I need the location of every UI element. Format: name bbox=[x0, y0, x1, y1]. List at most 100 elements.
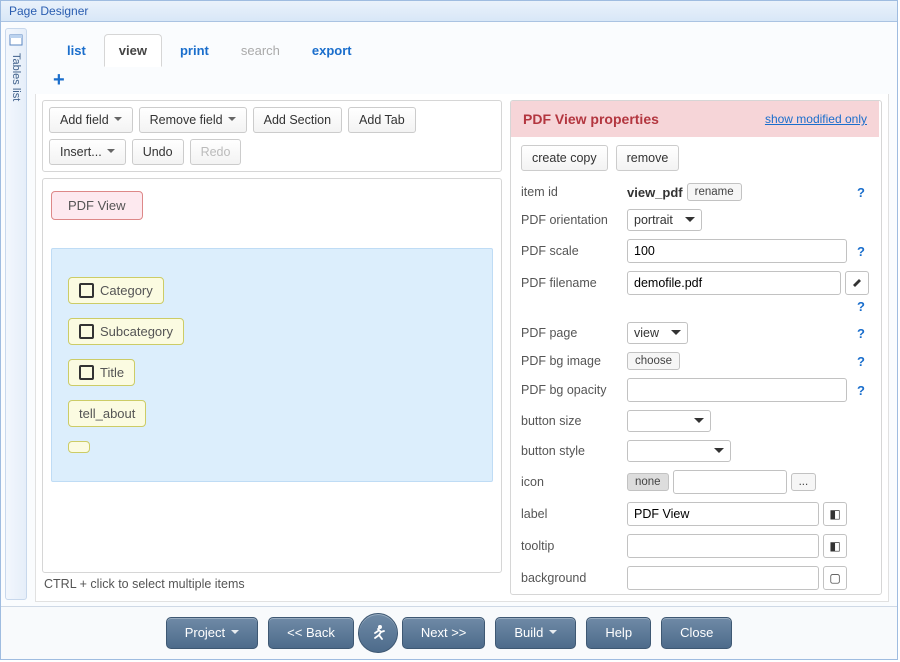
close-button[interactable]: Close bbox=[661, 617, 732, 649]
row-bg-opacity: PDF bg opacity ? bbox=[511, 374, 879, 406]
multiselect-hint: CTRL + click to select multiple items bbox=[42, 573, 502, 595]
icon-more-button[interactable]: ... bbox=[791, 473, 817, 491]
scale-input[interactable] bbox=[627, 239, 847, 263]
wizard-footer: Project << Back Next >> Build Help Close bbox=[1, 606, 897, 659]
run-button[interactable] bbox=[358, 613, 398, 653]
help-icon[interactable]: ? bbox=[853, 185, 869, 200]
row-icon: icon none ... bbox=[511, 466, 879, 498]
window-body: Tables list list view print search expor… bbox=[1, 22, 897, 606]
page-tabs: list view print search export bbox=[35, 26, 889, 67]
orientation-select[interactable]: portrait bbox=[627, 209, 702, 231]
insert-button[interactable]: Insert... bbox=[49, 139, 126, 165]
row-item-id: item id view_pdf rename ? bbox=[511, 179, 879, 205]
row-background: background ▢ bbox=[511, 562, 879, 594]
window-titlebar: Page Designer bbox=[1, 1, 897, 22]
properties-panel: PDF View properties show modified only c… bbox=[510, 100, 882, 595]
canvas-wrap: PDF View Category Subcategory Title tell… bbox=[42, 178, 502, 573]
help-icon[interactable]: ? bbox=[853, 383, 869, 398]
build-button[interactable]: Build bbox=[495, 617, 576, 649]
project-button[interactable]: Project bbox=[166, 617, 258, 649]
tables-list-label: Tables list bbox=[10, 53, 22, 101]
help-button[interactable]: Help bbox=[586, 617, 651, 649]
properties-actions: create copy remove bbox=[511, 137, 879, 179]
window-title: Page Designer bbox=[9, 4, 88, 18]
row-button-style: button style bbox=[511, 436, 879, 466]
properties-scroll[interactable]: PDF View properties show modified only c… bbox=[510, 100, 882, 595]
properties-grid: item id view_pdf rename ? PDF orientatio… bbox=[511, 179, 879, 595]
row-tooltip: tooltip ◧ bbox=[511, 530, 879, 562]
row-button-size: button size bbox=[511, 406, 879, 436]
row-scale: PDF scale ? bbox=[511, 235, 879, 267]
create-copy-button[interactable]: create copy bbox=[521, 145, 608, 171]
redo-button: Redo bbox=[190, 139, 242, 165]
chevron-down-icon bbox=[685, 217, 695, 227]
button-style-select[interactable] bbox=[627, 440, 731, 462]
field-title[interactable]: Title bbox=[68, 359, 135, 386]
row-label: label ◧ bbox=[511, 498, 879, 530]
label-input[interactable] bbox=[627, 502, 819, 526]
content-area: Add field Remove field Add Section Add T… bbox=[35, 94, 889, 602]
chevron-down-icon bbox=[714, 448, 724, 458]
add-field-button[interactable]: Add field bbox=[49, 107, 133, 133]
help-icon[interactable]: ? bbox=[853, 354, 869, 369]
field-subcategory[interactable]: Subcategory bbox=[68, 318, 184, 345]
section-box[interactable]: Category Subcategory Title tell_about bbox=[51, 248, 493, 482]
row-bg-image: PDF bg image choose ? bbox=[511, 348, 879, 374]
item-id-value: view_pdf bbox=[627, 185, 683, 200]
layout-panel: Add field Remove field Add Section Add T… bbox=[42, 100, 502, 595]
pdf-view-element[interactable]: PDF View bbox=[51, 191, 143, 220]
field-tell-about[interactable]: tell_about bbox=[68, 400, 146, 427]
icon-none-button[interactable]: none bbox=[627, 473, 669, 491]
filename-input[interactable] bbox=[627, 271, 841, 295]
field-category[interactable]: Category bbox=[68, 277, 164, 304]
page-select[interactable]: view bbox=[627, 322, 688, 344]
tooltip-input[interactable] bbox=[627, 534, 819, 558]
label-extra-button[interactable]: ◧ bbox=[823, 502, 847, 526]
bg-opacity-input[interactable] bbox=[627, 378, 847, 402]
icon-input[interactable] bbox=[673, 470, 787, 494]
properties-header: PDF View properties show modified only bbox=[511, 101, 879, 137]
back-button[interactable]: << Back bbox=[268, 617, 354, 649]
runner-icon bbox=[368, 623, 388, 643]
tab-print[interactable]: print bbox=[166, 35, 223, 66]
page-designer-window: Page Designer Tables list list view prin… bbox=[0, 0, 898, 660]
remove-button[interactable]: remove bbox=[616, 145, 680, 171]
tab-export[interactable]: export bbox=[298, 35, 366, 66]
row-orientation: PDF orientation portrait bbox=[511, 205, 879, 235]
tooltip-extra-button[interactable]: ◧ bbox=[823, 534, 847, 558]
rename-button[interactable]: rename bbox=[687, 183, 742, 201]
main-panel: list view print search export + Add fiel… bbox=[31, 22, 897, 606]
button-size-select[interactable] bbox=[627, 410, 711, 432]
add-section-button[interactable]: Add Section bbox=[253, 107, 342, 133]
clear-filename-button[interactable] bbox=[845, 271, 869, 295]
remove-field-button[interactable]: Remove field bbox=[139, 107, 247, 133]
add-tab-plus[interactable]: + bbox=[35, 67, 889, 94]
help-icon[interactable]: ? bbox=[853, 326, 869, 341]
choose-bg-button[interactable]: choose bbox=[627, 352, 680, 370]
background-input[interactable] bbox=[627, 566, 819, 590]
undo-button[interactable]: Undo bbox=[132, 139, 184, 165]
tab-list[interactable]: list bbox=[53, 35, 100, 66]
canvas-scroll[interactable]: PDF View Category Subcategory Title tell… bbox=[51, 187, 493, 564]
row-filename: PDF filename bbox=[511, 267, 879, 299]
chevron-down-icon bbox=[694, 418, 704, 428]
field-partial[interactable] bbox=[68, 441, 90, 453]
help-icon[interactable]: ? bbox=[853, 299, 869, 314]
background-color-button[interactable]: ▢ bbox=[823, 566, 847, 590]
tab-view[interactable]: view bbox=[104, 34, 162, 67]
show-modified-link[interactable]: show modified only bbox=[765, 112, 867, 126]
checkbox-icon bbox=[79, 283, 94, 298]
next-button[interactable]: Next >> bbox=[402, 617, 486, 649]
layout-toolbar: Add field Remove field Add Section Add T… bbox=[42, 100, 502, 172]
row-text-color: text color bbox=[511, 594, 879, 595]
help-icon[interactable]: ? bbox=[853, 244, 869, 259]
tables-icon bbox=[9, 33, 23, 47]
checkbox-icon bbox=[79, 365, 94, 380]
tables-list-side-tab[interactable]: Tables list bbox=[5, 28, 27, 600]
tab-search: search bbox=[227, 35, 294, 66]
add-tab-button[interactable]: Add Tab bbox=[348, 107, 416, 133]
chevron-down-icon bbox=[671, 330, 681, 340]
checkbox-icon bbox=[79, 324, 94, 339]
row-page: PDF page view ? bbox=[511, 318, 879, 348]
properties-title: PDF View properties bbox=[523, 111, 659, 127]
